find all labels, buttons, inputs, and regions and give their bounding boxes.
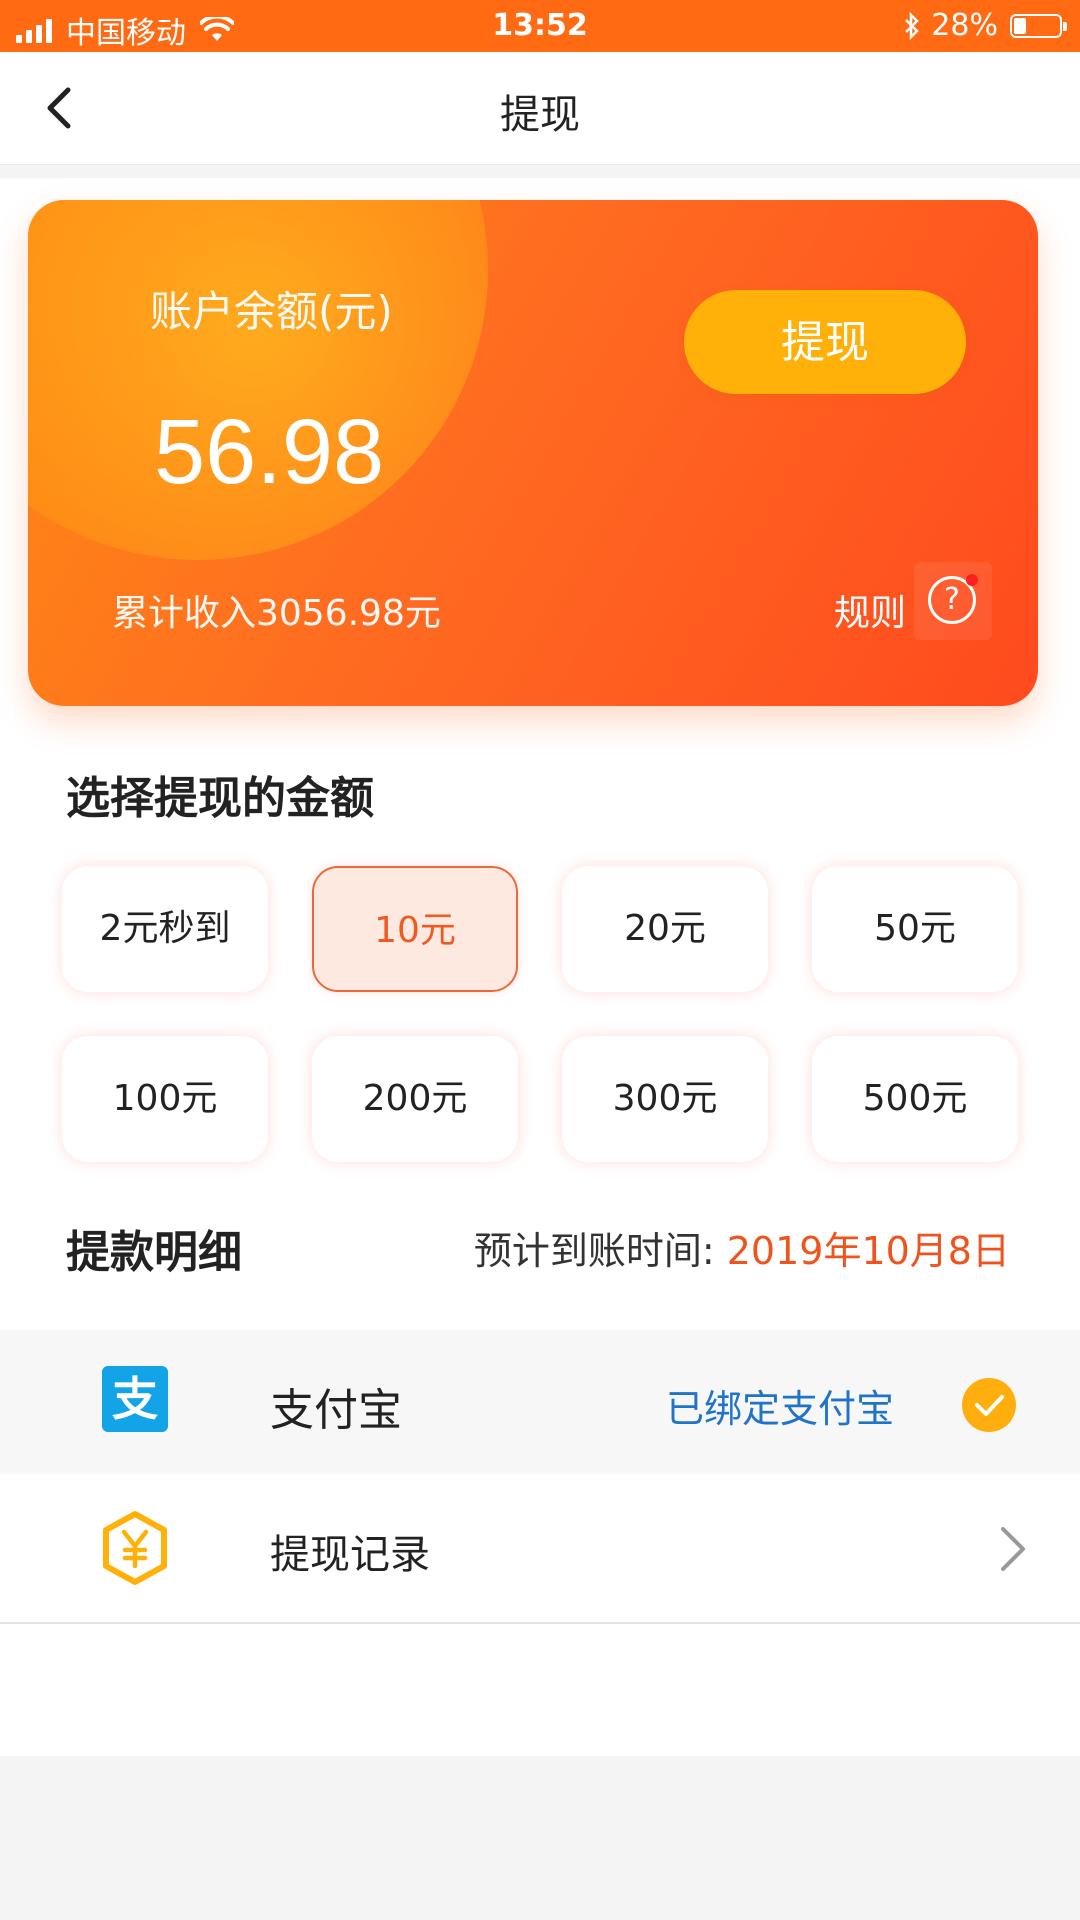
payment-status: 已绑定支付宝 xyxy=(666,1387,895,1431)
withdraw-button[interactable]: 提现 xyxy=(684,290,966,394)
notification-dot xyxy=(966,574,978,586)
eta-label: 预计到账时间: xyxy=(473,1229,727,1273)
withdraw-records-label: 提现记录 xyxy=(270,1532,430,1578)
amount-option-20[interactable]: 20元 xyxy=(562,866,768,992)
amount-option-50[interactable]: 50元 xyxy=(812,866,1018,992)
amount-section-title: 选择提现的金额 xyxy=(66,773,374,824)
rules-link[interactable]: 规则 xyxy=(834,584,906,636)
payment-method-row[interactable]: 支 支付宝 已绑定支付宝 xyxy=(0,1330,1080,1474)
details-section-title: 提款明细 xyxy=(66,1227,242,1278)
balance-amount: 56.98 xyxy=(154,401,385,503)
check-circle-icon xyxy=(962,1378,1016,1432)
battery-icon xyxy=(1010,13,1067,38)
nav-bar: 提现 xyxy=(0,52,1080,165)
page-title: 提现 xyxy=(500,92,580,138)
bluetooth-icon xyxy=(905,11,920,40)
yen-hexagon-icon xyxy=(103,1511,167,1585)
payment-name: 支付宝 xyxy=(270,1385,402,1436)
balance-label: 账户余额(元) xyxy=(150,287,393,336)
eta-date: 2019年10月8日 xyxy=(726,1229,1010,1273)
withdraw-records-row[interactable]: 提现记录 xyxy=(0,1474,1080,1624)
card-decoration xyxy=(28,200,488,560)
alipay-icon: 支 xyxy=(102,1366,168,1432)
chevron-right-icon xyxy=(1001,1527,1025,1571)
amount-option-2-instant[interactable]: 2元秒到 xyxy=(62,866,268,992)
amount-option-10[interactable]: 10元 xyxy=(312,866,518,992)
amount-option-500[interactable]: 500元 xyxy=(812,1036,1018,1162)
total-income: 累计收入3056.98元 xyxy=(112,593,441,634)
status-bar: 中国移动 13:52 28% xyxy=(0,0,1080,52)
question-circle-icon[interactable]: ? xyxy=(914,562,992,640)
battery-percent: 28% xyxy=(931,8,998,43)
status-right: 28% xyxy=(903,8,1067,43)
balance-card: 账户余额(元) 56.98 提现 累计收入3056.98元 规则 ? xyxy=(28,200,1038,706)
eta-text: 预计到账时间: 2019年10月8日 xyxy=(474,1220,1010,1275)
amount-option-100[interactable]: 100元 xyxy=(62,1036,268,1162)
amount-option-200[interactable]: 200元 xyxy=(312,1036,518,1162)
amount-option-300[interactable]: 300元 xyxy=(562,1036,768,1162)
